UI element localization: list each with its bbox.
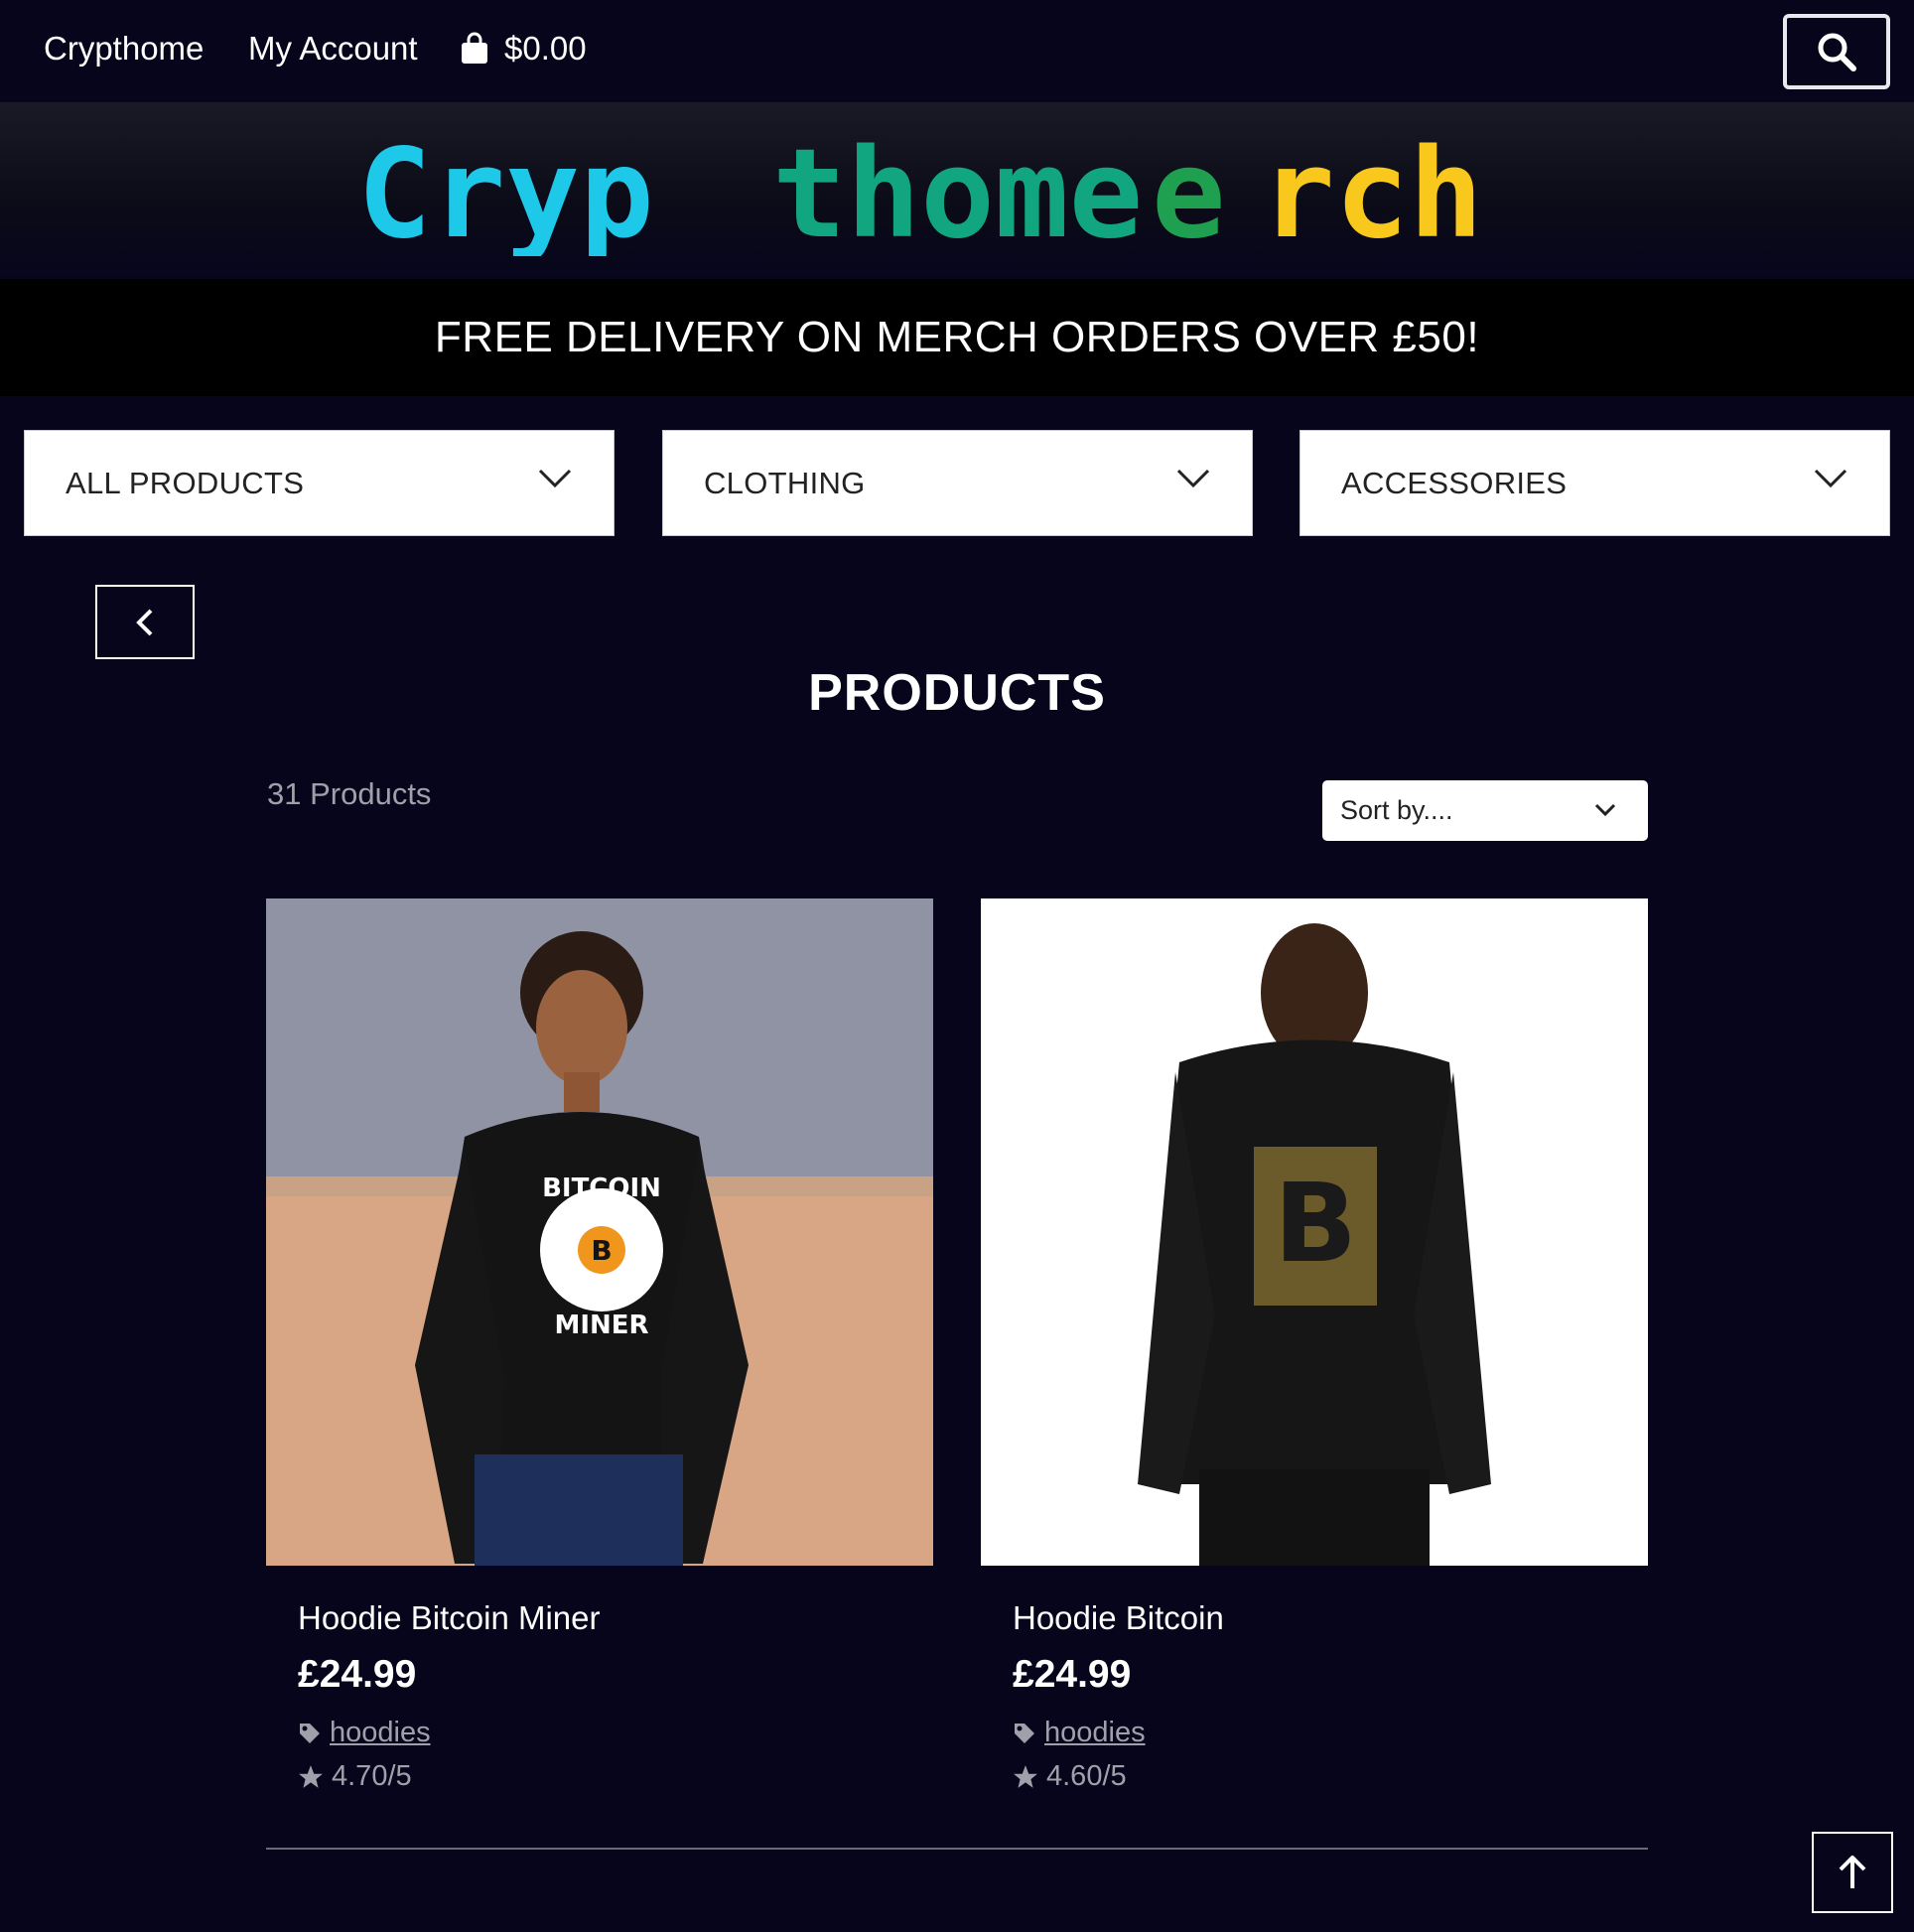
section-divider: [266, 1848, 1648, 1850]
star-icon: [1014, 1764, 1037, 1788]
back-to-top-button[interactable]: [1812, 1832, 1893, 1913]
cart-total: $0.00: [504, 30, 587, 67]
product-count: 31 Products: [267, 776, 432, 811]
chevron-down-icon: [1814, 469, 1847, 488]
logo-part-e: e: [1152, 137, 1226, 256]
tag-icon: [1015, 1723, 1034, 1743]
delivery-banner-text: FREE DELIVERY ON MERCH ORDERS OVER £50!: [434, 313, 1480, 361]
dropdown-label: CLOTHING: [704, 465, 866, 500]
chevron-down-icon: [1176, 469, 1210, 488]
product-rating-value: 4.70/5: [332, 1760, 412, 1792]
chevron-down-icon: [538, 469, 572, 488]
product-price: £24.99: [298, 1653, 417, 1696]
dropdown-all-products[interactable]: ALL PRODUCTS: [24, 430, 615, 536]
product-image[interactable]: B BITCOIN MINER: [266, 898, 933, 1566]
sort-select[interactable]: Sort by....: [1322, 780, 1648, 841]
product-name[interactable]: Hoodie Bitcoin Miner: [298, 1599, 600, 1637]
product-rating: 4.70/5: [298, 1760, 412, 1793]
dropdown-accessories[interactable]: ACCESSORIES: [1299, 430, 1890, 536]
product-card[interactable]: B BITCOIN MINER Hoodie Bitcoin Miner £24…: [266, 898, 933, 1792]
logo-part-rch: rch: [1261, 137, 1483, 256]
svg-text:B: B: [591, 1234, 612, 1267]
arrow-up-icon: [1839, 1856, 1866, 1888]
dropdown-label: ALL PRODUCTS: [66, 465, 305, 500]
logo-part-thome: thome: [772, 137, 1143, 256]
dropdown-clothing[interactable]: CLOTHING: [662, 430, 1253, 536]
print-text-bottom: MINER: [554, 1311, 648, 1340]
sort-label: Sort by....: [1340, 795, 1453, 825]
svg-text:B: B: [1274, 1160, 1357, 1287]
star-icon: [299, 1764, 323, 1788]
nav-account-link[interactable]: My Account: [248, 30, 418, 68]
delivery-banner: FREE DELIVERY ON MERCH ORDERS OVER £50!: [0, 279, 1914, 396]
product-rating-value: 4.60/5: [1046, 1760, 1127, 1792]
search-icon: [1818, 33, 1856, 71]
search-button[interactable]: [1783, 14, 1890, 89]
logo-part-cryp: Cryp: [357, 137, 654, 256]
print-text-top: BITCOIN: [542, 1173, 661, 1203]
dropdown-label: ACCESSORIES: [1341, 465, 1568, 500]
top-nav: Crypthome My Account $0.00: [0, 0, 1914, 102]
product-tag-link[interactable]: hoodies: [330, 1717, 431, 1749]
product-tag: hoodies: [298, 1717, 431, 1749]
page-title: PRODUCTS: [808, 664, 1106, 722]
product-price: £24.99: [1013, 1653, 1132, 1696]
crypthomerch-logo[interactable]: Cryp thome e rch: [357, 137, 1549, 256]
product-card[interactable]: B Hoodie Bitcoin £24.99 hoodies 4.60/5: [981, 898, 1648, 1792]
chevron-down-icon: [1594, 803, 1616, 817]
bag-icon: [462, 32, 487, 64]
tag-icon: [300, 1723, 320, 1743]
chevron-left-icon: [136, 609, 153, 635]
product-rating: 4.60/5: [1013, 1760, 1127, 1793]
product-image[interactable]: B: [981, 898, 1648, 1566]
logo-banner: Cryp thome e rch: [0, 102, 1914, 279]
product-tag-link[interactable]: hoodies: [1044, 1717, 1146, 1749]
product-name[interactable]: Hoodie Bitcoin: [1013, 1599, 1224, 1637]
back-button[interactable]: [95, 585, 195, 659]
nav-home-link[interactable]: Crypthome: [44, 30, 204, 68]
product-tag: hoodies: [1013, 1717, 1146, 1749]
nav-cart-link[interactable]: $0.00: [459, 30, 587, 68]
